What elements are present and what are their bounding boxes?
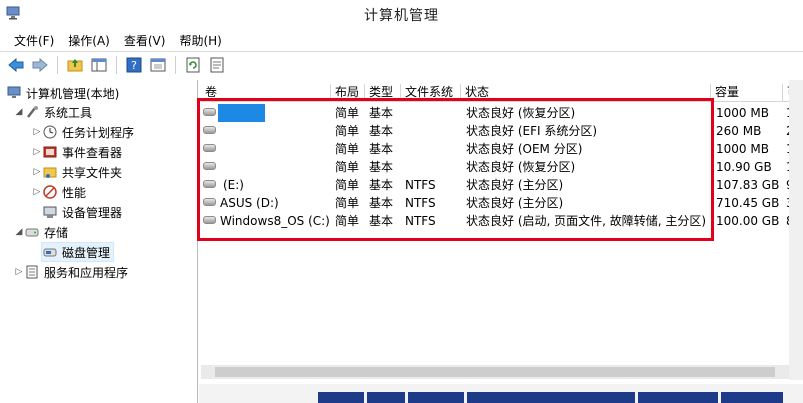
storage-icon (24, 224, 40, 240)
navigation-tree: 计算机管理(本地) ◢ 系统工具 ▷ 任务计划程序 ▷ 事件查看器 ▷ 共享文件… (0, 80, 198, 403)
tree-item-event-viewer[interactable]: ▷ 事件查看器 (32, 143, 122, 161)
tree-item-system-tools[interactable]: ◢ 系统工具 (14, 103, 92, 121)
tree-item-services-apps[interactable]: ▷ 服务和应用程序 (14, 263, 128, 281)
expanded-arrow-icon[interactable]: ◢ (14, 227, 24, 237)
tree-item-shared-folders[interactable]: ▷ 共享文件夹 (32, 163, 122, 181)
forward-icon[interactable] (30, 55, 50, 75)
services-icon (24, 264, 40, 280)
device-manager-icon (42, 204, 58, 220)
partition-bar[interactable] (367, 392, 405, 403)
scrollbar-thumb[interactable] (215, 367, 775, 377)
disk-management-icon (42, 244, 58, 260)
partition-bar[interactable] (467, 392, 635, 403)
tree-label: 系统工具 (44, 105, 93, 120)
volume-capacity: 10.90 GB (716, 160, 772, 174)
event-viewer-icon (42, 144, 58, 160)
window-title: 计算机管理 (364, 8, 439, 24)
tree-item-performance[interactable]: ▷ 性能 (32, 183, 86, 201)
menu-help[interactable]: 帮助(H) (173, 30, 229, 50)
tree-label: 任务计划程序 (62, 125, 135, 140)
tree-label: 事件查看器 (62, 145, 123, 160)
export-icon[interactable] (207, 55, 227, 75)
tree-label: 性能 (62, 185, 87, 200)
performance-icon (42, 184, 58, 200)
tree-label: 磁盘管理 (62, 245, 111, 260)
toolbar: ? (0, 51, 803, 77)
shared-folder-icon (42, 164, 58, 180)
toolbar-separator (57, 55, 58, 74)
computer-management-icon (6, 85, 22, 101)
volume-capacity: 1000 MB (716, 142, 769, 156)
tree-label: 服务和应用程序 (44, 265, 129, 280)
show-tree-icon[interactable] (89, 55, 109, 75)
partition-bar[interactable] (721, 392, 783, 403)
toolbar-separator (116, 55, 117, 74)
tree-item-device-manager[interactable]: 设备管理器 (42, 203, 122, 221)
refresh-icon[interactable] (183, 55, 203, 75)
up-folder-icon[interactable] (65, 55, 85, 75)
menu-bar: 文件(F) 操作(A) 查看(V) 帮助(H) (0, 30, 803, 50)
horizontal-scrollbar[interactable] (201, 365, 789, 379)
tree-item-computer-management[interactable]: 计算机管理(本地) (6, 84, 119, 102)
tree-item-disk-management[interactable]: 磁盘管理 (40, 242, 115, 262)
tree-label: 存储 (44, 225, 69, 240)
tree-label: 共享文件夹 (62, 165, 123, 180)
volume-capacity: 100.00 GB (716, 214, 780, 228)
tree-label: 计算机管理(本地) (26, 86, 120, 101)
collapsed-arrow-icon[interactable]: ▷ (32, 147, 42, 157)
volume-list-highlight (197, 98, 714, 241)
collapsed-arrow-icon[interactable]: ▷ (32, 187, 42, 197)
vertical-scrollbar[interactable] (789, 80, 803, 380)
title-bar: 计算机管理 (0, 0, 803, 28)
volume-capacity: 710.45 GB (716, 196, 780, 210)
toolbar-separator (175, 55, 176, 74)
tree-item-storage[interactable]: ◢ 存储 (14, 223, 68, 241)
svg-text:?: ? (131, 59, 137, 72)
system-tools-icon (24, 104, 40, 120)
collapsed-arrow-icon[interactable]: ▷ (32, 127, 42, 137)
menu-file[interactable]: 文件(F) (0, 30, 62, 50)
collapsed-arrow-icon[interactable]: ▷ (32, 167, 42, 177)
column-header-capacity[interactable]: 容量 (711, 84, 783, 102)
menu-action[interactable]: 操作(A) (62, 30, 118, 50)
volume-capacity: 1000 MB (716, 106, 769, 120)
partition-bar[interactable] (318, 392, 364, 403)
partition-bar[interactable] (638, 392, 718, 403)
clock-icon (42, 124, 58, 140)
back-icon[interactable] (6, 55, 26, 75)
tree-label: 设备管理器 (62, 205, 123, 220)
tree-item-task-scheduler[interactable]: ▷ 任务计划程序 (32, 123, 134, 141)
volume-capacity: 260 MB (716, 124, 762, 138)
menu-view[interactable]: 查看(V) (118, 30, 174, 50)
volume-capacity: 107.83 GB (716, 178, 780, 192)
collapsed-arrow-icon[interactable]: ▷ (14, 267, 24, 277)
console-icon[interactable] (148, 55, 168, 75)
partition-bar[interactable] (408, 392, 464, 403)
expanded-arrow-icon[interactable]: ◢ (14, 107, 24, 117)
help-icon[interactable]: ? (124, 55, 144, 75)
